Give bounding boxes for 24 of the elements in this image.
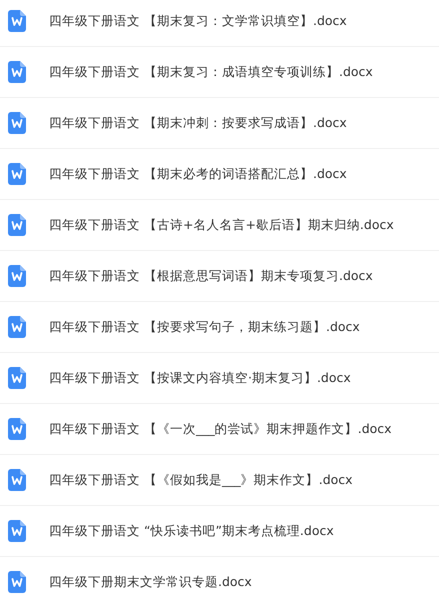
file-name[interactable]: 四年级下册语文 【《假如我是___》期末作文】.docx <box>49 472 353 488</box>
file-name[interactable]: 四年级下册语文 【按课文内容填空·期末复习】.docx <box>49 370 351 386</box>
word-document-icon <box>8 61 26 83</box>
file-name[interactable]: 四年级下册语文 【期末必考的词语搭配汇总】.docx <box>49 166 347 182</box>
word-document-icon <box>8 520 26 542</box>
word-document-icon <box>8 418 26 440</box>
file-name[interactable]: 四年级下册语文 【按要求写句子，期末练习题】.docx <box>49 318 360 336</box>
file-name[interactable]: 四年级下册期末文学常识专题.docx <box>49 574 252 590</box>
word-document-icon <box>8 265 26 287</box>
word-document-icon <box>8 214 26 236</box>
word-document-icon <box>8 10 26 32</box>
word-document-icon <box>8 571 26 593</box>
file-name[interactable]: 四年级下册语文 【期末复习：成语填空专项训练】.docx <box>49 64 373 80</box>
file-name[interactable]: 四年级下册语文 【根据意思写词语】期末专项复习.docx <box>49 268 373 284</box>
file-name[interactable]: 四年级下册语文 【期末复习：文学常识填空】.docx <box>49 12 347 30</box>
file-name[interactable]: 四年级下册语文 【《一次___的尝试》期末押题作文】.docx <box>49 420 392 438</box>
word-document-icon <box>8 112 26 134</box>
file-name[interactable]: 四年级下册语文 “快乐读书吧”期末考点梳理.docx <box>49 522 334 540</box>
word-document-icon <box>8 367 26 389</box>
file-name[interactable]: 四年级下册语文 【古诗+名人名言+歇后语】期末归纳.docx <box>49 216 394 234</box>
word-document-icon <box>8 469 26 491</box>
word-document-icon <box>8 316 26 338</box>
file-name[interactable]: 四年级下册语文 【期末冲刺：按要求写成语】.docx <box>49 114 347 132</box>
word-document-icon <box>8 163 26 185</box>
